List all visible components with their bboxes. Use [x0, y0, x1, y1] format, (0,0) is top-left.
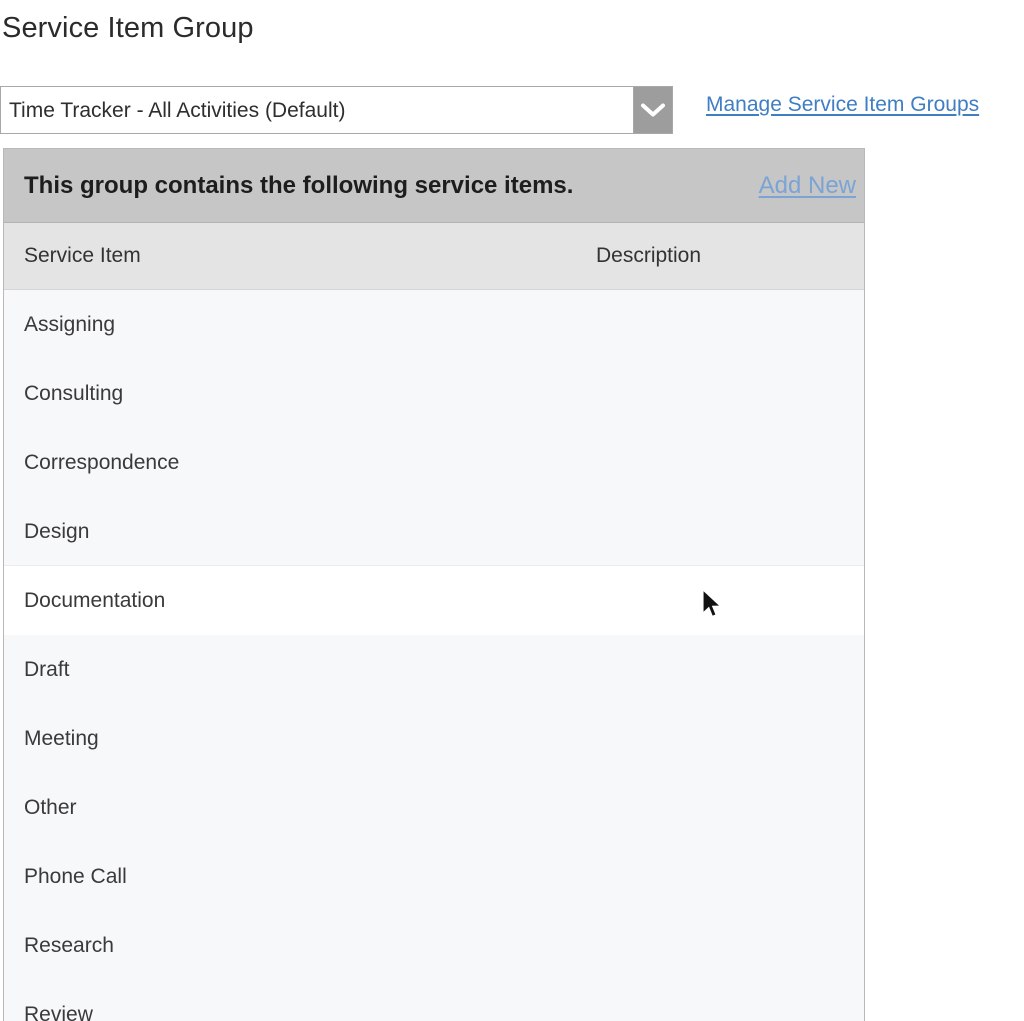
cell-service-item: Consulting [24, 381, 124, 405]
cell-service-item: Phone Call [24, 864, 127, 888]
cell-service-item: Research [24, 933, 114, 957]
panel-header-title: This group contains the following servic… [24, 171, 574, 199]
table-row[interactable]: Design [4, 497, 864, 566]
table-row[interactable]: Consulting [4, 359, 864, 428]
cell-service-item: Documentation [24, 588, 166, 612]
table-row[interactable]: Review [4, 980, 864, 1021]
table-row[interactable]: Draft [4, 635, 864, 704]
panel-header: This group contains the following servic… [4, 149, 864, 223]
cell-service-item: Review [24, 1002, 93, 1021]
column-header-service-item: Service Item [24, 244, 141, 267]
table-row[interactable]: Meeting [4, 704, 864, 773]
cell-service-item: Correspondence [24, 450, 180, 474]
table-row[interactable]: Other [4, 773, 864, 842]
table-row[interactable]: Assigning [4, 290, 864, 359]
table-header-row: Service Item Description [4, 223, 864, 290]
table-row[interactable]: Correspondence [4, 428, 864, 497]
add-new-link[interactable]: Add New [759, 172, 856, 200]
group-selector-row: Time Tracker - All Activities (Default) … [0, 86, 1024, 134]
cell-service-item: Other [24, 795, 77, 819]
table-row[interactable]: Research [4, 911, 864, 980]
table-row[interactable]: Documentation [4, 566, 864, 635]
service-item-group-page: Service Item Group Time Tracker - All Ac… [0, 0, 1024, 1021]
column-header-description: Description [596, 244, 702, 267]
service-item-group-select[interactable]: Time Tracker - All Activities (Default) [0, 86, 673, 134]
service-items-list: Assigning Consulting Correspondence Design D… [4, 290, 864, 1021]
service-items-panel: This group contains the following servic… [3, 148, 865, 1021]
chevron-down-icon[interactable] [633, 87, 672, 133]
cell-service-item: Design [24, 519, 90, 543]
cell-service-item: Meeting [24, 726, 99, 750]
table-row[interactable]: Phone Call [4, 842, 864, 911]
service-item-group-select-value: Time Tracker - All Activities (Default) [9, 98, 346, 122]
cell-service-item: Draft [24, 657, 70, 681]
manage-service-item-groups-link[interactable]: Manage Service Item Groups [706, 93, 979, 117]
page-title: Service Item Group [2, 12, 254, 44]
cell-service-item: Assigning [24, 312, 116, 336]
